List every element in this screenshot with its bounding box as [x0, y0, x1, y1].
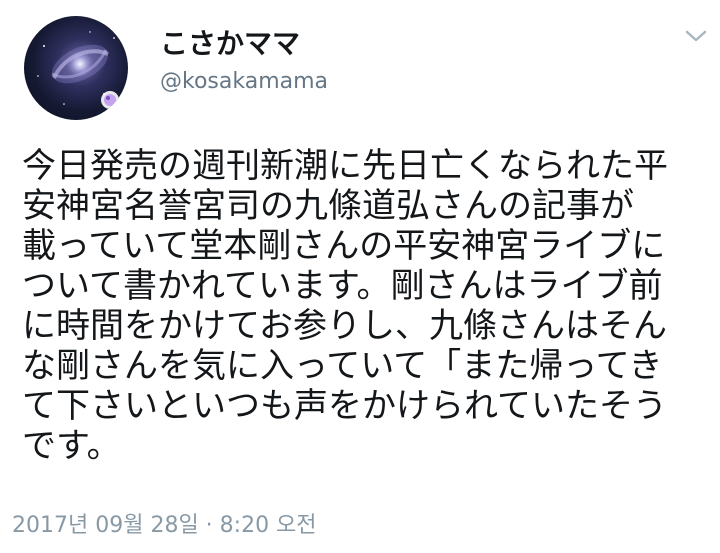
tweet-text-line: 安神宮名誉宮司の九條道弘さんの記事が [22, 186, 634, 226]
tweet-text-line: な剛さんを気に入っていて「また帰ってき [22, 346, 663, 386]
tweet-text-line: に時間をかけてお参りし、九條さんはそん [22, 306, 667, 346]
author-handle[interactable]: @kosakamama [160, 68, 328, 96]
tweet-text-line: ついて書かれています。剛さんはライブ前 [22, 266, 663, 306]
tweet-text-line: 載っていて堂本剛さんの平安神宮ライブに [22, 226, 666, 266]
avatar[interactable] [24, 16, 128, 120]
tweet-timestamp[interactable]: 2017년 09월 28일 · 8:20 오전 [12, 512, 317, 540]
tweet-text-line: 今日発売の週刊新潮に先日亡くなられた平 [22, 146, 668, 186]
galaxy-avatar-icon [37, 31, 119, 109]
tweet-text: 今日発売の週刊新潮に先日亡くなられた平 安神宮名誉宮司の九條道弘さんの記事が 載… [22, 146, 702, 466]
tweet-text-line: です。 [22, 426, 121, 466]
author-display-name[interactable]: こさかママ [160, 26, 300, 62]
chevron-down-icon [685, 30, 707, 42]
tweet-menu-button[interactable] [682, 26, 710, 46]
tweet-text-line: て下さいといつも声をかけられていたそう [22, 386, 667, 426]
tweet-card: こさかママ @kosakamama 今日発売の週刊新潮に先日亡くなられた平 安神… [0, 0, 720, 553]
